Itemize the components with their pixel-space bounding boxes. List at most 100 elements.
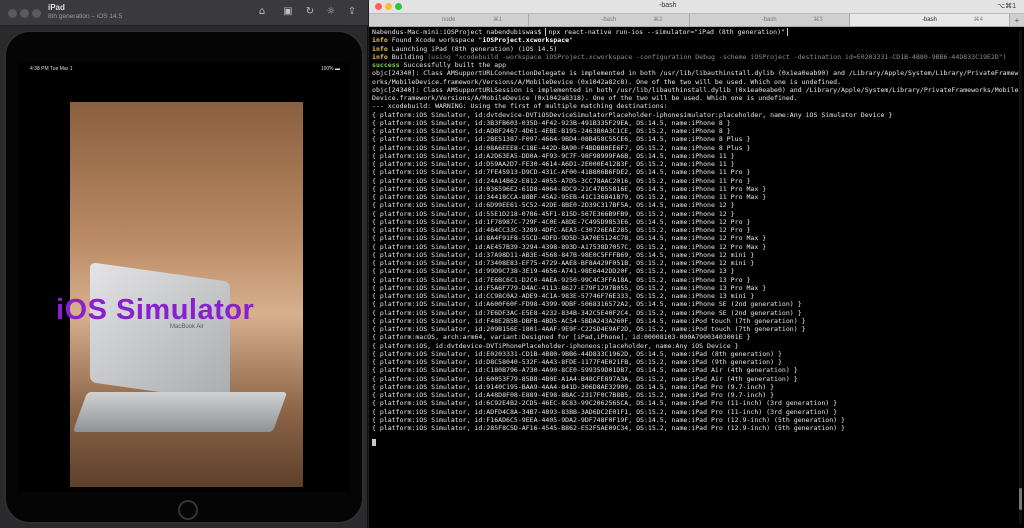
shell-prompt: Nabendus-Mac-mini:iOSProject nabendubisw… bbox=[372, 28, 542, 36]
destination-row: { platform:iOS Simulator, id:D8C58040-53… bbox=[372, 358, 782, 366]
tab-shortcut: ⌘2 bbox=[653, 17, 663, 23]
rotate-icon[interactable]: ↻ bbox=[304, 6, 316, 18]
destination-row: { platform:iOS Simulator, id:34418CCA-88… bbox=[372, 193, 767, 201]
destination-row: { platform:macOS, arch:arm64, variant:De… bbox=[372, 333, 751, 342]
destination-row: { platform:iOS Simulator, id:A48D8F08-E8… bbox=[372, 391, 775, 399]
minimize-button[interactable] bbox=[20, 9, 29, 18]
destination-row: { platform:iOS Simulator, id:9140C195-BA… bbox=[372, 382, 775, 391]
success-text: Successfully built the app bbox=[399, 61, 507, 69]
ipad-device-frame: 4:38 PM Tue Mar 1 100% ▬ MacBook Air iOS… bbox=[4, 30, 364, 524]
success-tag: success bbox=[372, 61, 400, 69]
info-end: " bbox=[569, 36, 574, 45]
tab-label: -bash bbox=[761, 17, 777, 23]
destination-row: { platform:iOS Simulator, id:99D9C738-3E… bbox=[372, 267, 735, 276]
destination-row: { platform:iOS Simulator, id:6C92E4B2-2C… bbox=[372, 399, 838, 408]
tab-shortcut: ⌘3 bbox=[813, 17, 823, 23]
simulator-subtitle: 8th generation – iOS 14.5 bbox=[48, 13, 123, 20]
ios-simulator-label: iOS Simulator bbox=[56, 294, 255, 326]
destination-row: { platform:iOS Simulator, id:7E6DF3AC-E5… bbox=[372, 308, 802, 317]
simulator-title: iPad bbox=[48, 3, 65, 12]
destination-row: { platform:iOS Simulator, id:285F8C5D-AF… bbox=[372, 424, 845, 432]
close-button[interactable] bbox=[8, 9, 17, 18]
terminal-cursor bbox=[372, 439, 376, 447]
destination-row: { platform:iOS Simulator, id:8A4F91F8-55… bbox=[372, 234, 767, 243]
tab-node[interactable]: node ⌘1 bbox=[369, 14, 530, 26]
destination-row: { platform:iOS Simulator, id:ADBF2467-4D… bbox=[372, 127, 731, 135]
destination-row: { platform:iOS Simulator, id:24A14B62-E8… bbox=[372, 176, 751, 185]
info-tag: info bbox=[372, 52, 388, 61]
destination-row: { platform:iOS Simulator, id:37A98D11-AB… bbox=[372, 250, 755, 259]
terminal-scrollbar[interactable] bbox=[1019, 30, 1022, 524]
tab-label: -bash bbox=[921, 17, 937, 23]
destination-row: { platform:iOS Simulator, id:08A6EEE8-C1… bbox=[372, 143, 751, 152]
destination-row: { platform:iOS Simulator, id:dvtdevice-D… bbox=[372, 110, 893, 119]
tab-label: node bbox=[441, 17, 456, 23]
simulator-titlebar: iPad 8th generation – iOS 14.5 ⌂ ▣ ↻ ☼ ⇪ bbox=[0, 0, 368, 26]
terminal-zoom-button[interactable] bbox=[395, 3, 402, 10]
share-icon[interactable]: ⇪ bbox=[346, 6, 358, 18]
home-icon[interactable]: ⌂ bbox=[256, 6, 268, 18]
destination-row: { platform:iOS Simulator, id:464CC33C-32… bbox=[372, 226, 751, 234]
info-tag: info bbox=[372, 44, 388, 53]
terminal-shortcut: ⌥⌘1 bbox=[997, 3, 1016, 10]
terminal-titlebar: -bash ⌥⌘1 bbox=[369, 0, 1024, 14]
simulator-window: iPad 8th generation – iOS 14.5 ⌂ ▣ ↻ ☼ ⇪… bbox=[0, 0, 368, 528]
terminal-output[interactable]: Nabendus-Mac-mini:iOSProject nabendubisw… bbox=[369, 27, 1024, 528]
xcodebuild-warning: --- xcodebuild: WARNING: Using the first… bbox=[372, 102, 668, 111]
command-text: npx react-native run-ios --simulator="iP… bbox=[545, 28, 788, 37]
objc-warning-line: objc[24340]: Class AMSupportURLConnectio… bbox=[372, 69, 1019, 86]
info-tag: info bbox=[372, 36, 388, 45]
destination-row: { platform:iOS Simulator, id:3B3FB603-03… bbox=[372, 118, 731, 127]
destination-row: { platform:iOS Simulator, id:F16AD6C5-9E… bbox=[372, 415, 845, 424]
destination-row: { platform:iOS Simulator, id:209B156E-18… bbox=[372, 325, 806, 333]
destination-row: { platform:iOS Simulator, id:73408E83-EF… bbox=[372, 259, 755, 267]
info-text: Found Xcode workspace " bbox=[387, 36, 483, 45]
terminal-minimize-button[interactable] bbox=[385, 3, 392, 10]
destination-list: { platform:iOS Simulator, id:dvtdevice-D… bbox=[372, 111, 1021, 451]
info-text: Building bbox=[387, 52, 428, 61]
destination-row: { platform:iOS Simulator, id:7FE45913-D9… bbox=[372, 168, 751, 177]
destination-row: { platform:iOS Simulator, id:036596E2-61… bbox=[372, 184, 767, 193]
status-time: 4:38 PM Tue Mar 1 bbox=[30, 66, 73, 72]
ipad-home-button[interactable] bbox=[178, 500, 198, 520]
destination-row: { platform:iOS Simulator, id:ADFD4C8A-34… bbox=[372, 407, 838, 416]
scrollbar-thumb[interactable] bbox=[1019, 488, 1022, 510]
brightness-icon[interactable]: ☼ bbox=[325, 6, 337, 18]
objc-warning-line: objc[24340]: Class AMSupportURLSession i… bbox=[372, 85, 1019, 102]
destination-row: { platform:iOS Simulator, id:60053F79-85… bbox=[372, 374, 798, 383]
destination-row: { platform:iOS Simulator, id:C180B796-A7… bbox=[372, 366, 798, 375]
destination-row: { platform:iOS Simulator, id:6D99EE61-5C… bbox=[372, 201, 735, 210]
info-line: info Launching iPad (8th generation) (iO… bbox=[372, 45, 1021, 53]
status-battery: 100% ▬ bbox=[320, 66, 340, 72]
info-bold: iOSProject.xcworkspace bbox=[482, 36, 570, 45]
terminal-tab-bar: node ⌘1 -bash ⌘2 -bash ⌘3 -bash ⌘4 + bbox=[369, 14, 1024, 27]
destination-row: { platform:iOS Simulator, id:7E6BC6C1-D2… bbox=[372, 275, 751, 284]
tab-shortcut: ⌘4 bbox=[973, 17, 983, 23]
destination-row: { platform:iOS Simulator, id:A600F60F-FD… bbox=[372, 300, 802, 309]
info-line: info Found Xcode workspace "iOSProject.x… bbox=[372, 36, 1021, 44]
terminal-close-button[interactable] bbox=[375, 3, 382, 10]
destination-row: { platform:iOS Simulator, id:AE457B39-32… bbox=[372, 242, 767, 251]
tab-shortcut: ⌘1 bbox=[492, 17, 503, 23]
new-tab-button[interactable]: + bbox=[1010, 14, 1024, 26]
destination-row: { platform:iOS Simulator, id:55E1D218-07… bbox=[372, 209, 735, 218]
laptop-base-image bbox=[72, 392, 288, 432]
screenshot-icon[interactable]: ▣ bbox=[282, 6, 294, 18]
laptop-image bbox=[90, 262, 230, 402]
destination-row: { platform:iOS Simulator, id:2BE51387-F0… bbox=[372, 135, 751, 144]
destination-row: { platform:iOS Simulator, id:CC98C0A2-AD… bbox=[372, 292, 755, 300]
info-line: info Building (using "xcodebuild -worksp… bbox=[372, 53, 1021, 61]
destination-row: { platform:iOS Simulator, id:E0203331-CD… bbox=[372, 349, 782, 358]
ipad-screen[interactable]: 4:38 PM Tue Mar 1 100% ▬ MacBook Air iOS… bbox=[18, 62, 350, 492]
info-text: Launching iPad (8th generation) (iOS 14.… bbox=[387, 44, 558, 53]
ipad-status-bar: 4:38 PM Tue Mar 1 100% ▬ bbox=[18, 62, 350, 74]
zoom-button[interactable] bbox=[32, 9, 41, 18]
destination-row: { platform:iOS Simulator, id:F5A6F779-D4… bbox=[372, 283, 767, 292]
success-line: success Successfully built the app bbox=[372, 61, 1021, 69]
tab-bash-2[interactable]: -bash ⌘2 bbox=[529, 14, 690, 26]
info-dim: (using "xcodebuild -workspace iOSProject… bbox=[427, 52, 1007, 61]
terminal-window: -bash ⌥⌘1 node ⌘1 -bash ⌘2 -bash ⌘3 -bas… bbox=[369, 0, 1024, 528]
destination-row: { platform:iOS Simulator, id:D59AA2D7-FE… bbox=[372, 160, 735, 168]
tab-bash-4[interactable]: -bash ⌘4 bbox=[849, 14, 1010, 26]
tab-bash-3[interactable]: -bash ⌘3 bbox=[690, 14, 850, 26]
